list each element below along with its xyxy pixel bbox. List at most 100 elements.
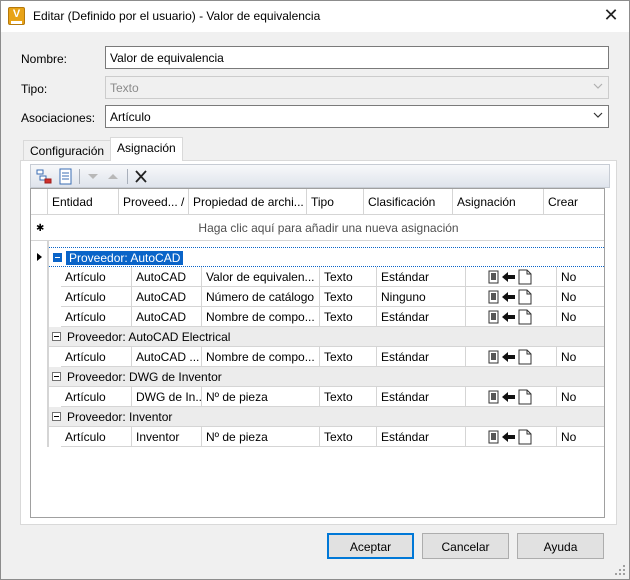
- cancel-button[interactable]: Cancelar: [422, 533, 509, 559]
- cell-entidad[interactable]: Artículo: [61, 347, 132, 367]
- grid-toolbar: [30, 164, 610, 188]
- table-row[interactable]: Artículo AutoCAD Valor de equivalen... Text…: [61, 267, 604, 287]
- cell-crear[interactable]: No: [557, 287, 604, 307]
- group-indent-line: [48, 241, 49, 447]
- table-row[interactable]: Artículo AutoCAD Nombre de compo... Texto Es…: [61, 307, 604, 327]
- cell-propiedad[interactable]: Nombre de compo...: [202, 307, 320, 327]
- group-label: Proveedor: AutoCAD Electrical: [67, 330, 231, 344]
- cell-tipo[interactable]: Texto: [320, 387, 377, 407]
- cell-propiedad[interactable]: Nombre de compo...: [202, 347, 320, 367]
- table-row[interactable]: Artículo AutoCAD ... Nombre de compo... Tex…: [61, 347, 604, 367]
- col-header-tipo[interactable]: Tipo: [307, 189, 364, 215]
- group-label: Proveedor: DWG de Inventor: [67, 370, 222, 384]
- cell-tipo[interactable]: Texto: [320, 287, 377, 307]
- table-row[interactable]: Artículo Inventor Nº de pieza Texto Estándar…: [61, 427, 604, 447]
- asociaciones-label: Asociaciones:: [21, 111, 96, 125]
- cell-tipo[interactable]: Texto: [320, 267, 377, 287]
- group-header[interactable]: Proveedor: Inventor: [48, 407, 604, 427]
- group-header[interactable]: Proveedor: AutoCAD: [48, 247, 604, 267]
- col-header-entidad[interactable]: Entidad: [48, 189, 119, 215]
- tab-asignacion[interactable]: Asignación: [110, 137, 183, 161]
- toolbar-separator: [79, 169, 80, 184]
- col-header-proveedor[interactable]: Proveed... /: [119, 189, 189, 215]
- resize-grip-icon[interactable]: [614, 564, 626, 576]
- nombre-input[interactable]: Valor de equivalencia: [105, 46, 609, 69]
- cell-clasificacion[interactable]: Estándar: [377, 347, 466, 367]
- new-row-hint: Haga clic aquí para añadir una nueva asi…: [198, 221, 459, 235]
- assignment-direction-icon: [488, 429, 532, 445]
- collapse-icon[interactable]: [52, 372, 61, 381]
- cell-clasificacion[interactable]: Estándar: [377, 307, 466, 327]
- assignment-direction-icon: [488, 349, 532, 365]
- group-label: Proveedor: AutoCAD: [66, 251, 184, 265]
- cell-clasificacion[interactable]: Ninguno: [377, 287, 466, 307]
- tipo-select: Texto: [105, 76, 609, 99]
- delete-icon[interactable]: [132, 168, 150, 185]
- cell-asignacion[interactable]: [466, 347, 557, 367]
- cell-propiedad[interactable]: Número de catálogo: [202, 287, 320, 307]
- collapse-icon[interactable]: [52, 412, 61, 421]
- cell-crear[interactable]: No: [557, 427, 604, 447]
- cell-proveedor[interactable]: AutoCAD: [132, 307, 202, 327]
- cell-propiedad[interactable]: Nº de pieza: [202, 387, 320, 407]
- chevron-down-icon: [593, 83, 603, 89]
- add-mapping-icon[interactable]: [35, 168, 53, 185]
- accept-button[interactable]: Aceptar: [327, 533, 414, 559]
- col-header-clasificacion[interactable]: Clasificación: [364, 189, 453, 215]
- edit-dialog: V Editar (Definido por el usuario) - Val…: [0, 0, 630, 580]
- cell-propiedad[interactable]: Valor de equivalen...: [202, 267, 320, 287]
- cell-entidad[interactable]: Artículo: [61, 287, 132, 307]
- cell-crear[interactable]: No: [557, 387, 604, 407]
- cell-clasificacion[interactable]: Estándar: [377, 387, 466, 407]
- cell-clasificacion[interactable]: Estándar: [377, 267, 466, 287]
- cell-clasificacion[interactable]: Estándar: [377, 427, 466, 447]
- cell-proveedor[interactable]: AutoCAD: [132, 287, 202, 307]
- move-up-icon[interactable]: [104, 168, 122, 185]
- toolbar-separator: [127, 169, 128, 184]
- asociaciones-select[interactable]: Artículo: [105, 105, 609, 128]
- assignment-direction-icon: [488, 269, 532, 285]
- cell-asignacion[interactable]: [466, 267, 557, 287]
- col-header-crear[interactable]: Crear: [544, 189, 604, 215]
- mapping-list-icon[interactable]: [57, 168, 75, 185]
- assignment-direction-icon: [488, 289, 532, 305]
- col-header-propiedad[interactable]: Propiedad de archi...: [189, 189, 307, 215]
- asignacion-panel: Entidad Proveed... / Propiedad de archi.…: [20, 160, 617, 525]
- collapse-icon[interactable]: [52, 332, 61, 341]
- table-row[interactable]: Artículo DWG de In... Nº de pieza Texto Está…: [61, 387, 604, 407]
- cell-asignacion[interactable]: [466, 307, 557, 327]
- tipo-value: Texto: [110, 81, 139, 95]
- table-row[interactable]: Artículo AutoCAD Número de catálogo Texto Ni…: [61, 287, 604, 307]
- cell-crear[interactable]: No: [557, 347, 604, 367]
- cell-entidad[interactable]: Artículo: [61, 427, 132, 447]
- help-button[interactable]: Ayuda: [517, 533, 604, 559]
- new-row[interactable]: ✱ Haga clic aquí para añadir una nueva a…: [31, 215, 604, 241]
- cell-proveedor[interactable]: AutoCAD ...: [132, 347, 202, 367]
- cell-entidad[interactable]: Artículo: [61, 387, 132, 407]
- group-header[interactable]: Proveedor: AutoCAD Electrical: [48, 327, 604, 347]
- move-down-icon[interactable]: [84, 168, 102, 185]
- cell-crear[interactable]: No: [557, 307, 604, 327]
- group-label: Proveedor: Inventor: [67, 410, 173, 424]
- cell-asignacion[interactable]: [466, 287, 557, 307]
- app-logo-icon: V: [8, 7, 25, 25]
- window-title: Editar (Definido por el usuario) - Valor…: [33, 9, 321, 23]
- cell-proveedor[interactable]: AutoCAD: [132, 267, 202, 287]
- cell-asignacion[interactable]: [466, 387, 557, 407]
- cell-tipo[interactable]: Texto: [320, 427, 377, 447]
- row-header-corner: [31, 189, 48, 215]
- cell-proveedor[interactable]: DWG de In...: [132, 387, 202, 407]
- cell-asignacion[interactable]: [466, 427, 557, 447]
- group-header[interactable]: Proveedor: DWG de Inventor: [48, 367, 604, 387]
- cell-tipo[interactable]: Texto: [320, 307, 377, 327]
- cell-proveedor[interactable]: Inventor: [132, 427, 202, 447]
- cell-entidad[interactable]: Artículo: [61, 267, 132, 287]
- close-icon[interactable]: ✕: [601, 6, 621, 26]
- col-header-asignacion[interactable]: Asignación: [453, 189, 544, 215]
- cell-tipo[interactable]: Texto: [320, 347, 377, 367]
- cell-entidad[interactable]: Artículo: [61, 307, 132, 327]
- cell-propiedad[interactable]: Nº de pieza: [202, 427, 320, 447]
- collapse-icon[interactable]: [53, 253, 62, 262]
- cell-crear[interactable]: No: [557, 267, 604, 287]
- tab-configuracion[interactable]: Configuración: [23, 140, 112, 160]
